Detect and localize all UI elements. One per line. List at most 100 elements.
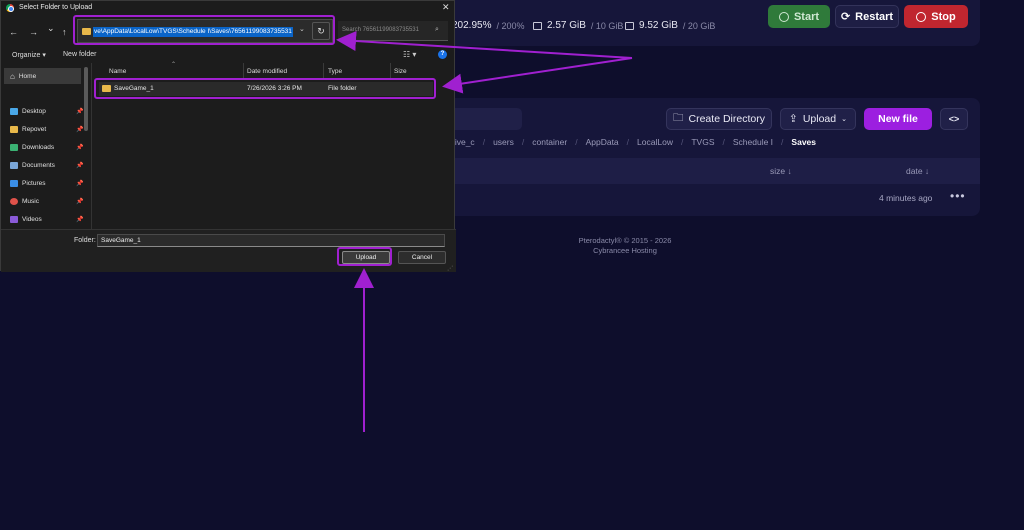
create-directory-button[interactable]: 🗀 Create Directory xyxy=(666,108,772,130)
sidebar-label: Desktop xyxy=(22,108,46,115)
memory-limit: / 10 GiB xyxy=(590,20,624,31)
breadcrumb-item[interactable]: users xyxy=(493,137,514,147)
help-icon[interactable]: ? xyxy=(438,50,447,59)
date-column-header[interactable]: Date modified xyxy=(247,68,287,75)
type-column-header[interactable]: Type xyxy=(328,68,342,75)
breadcrumb-current: Saves xyxy=(791,137,817,147)
sidebar-label: Pictures xyxy=(22,180,46,187)
sidebar-item-downloads[interactable]: Downloads 📌 xyxy=(10,144,84,151)
memory-icon xyxy=(533,21,542,30)
new-file-button[interactable]: New file xyxy=(864,108,932,130)
stop-button[interactable]: Stop xyxy=(904,5,968,28)
pane-divider[interactable] xyxy=(91,63,92,229)
cpu-limit: / 200% xyxy=(496,20,525,31)
dialog-title: Select Folder to Upload xyxy=(19,4,93,11)
recent-locations-icon[interactable]: ⌄ xyxy=(47,23,55,34)
folder-name-field[interactable]: SaveGame_1 xyxy=(97,234,445,247)
breadcrumb-separator: / xyxy=(575,137,578,147)
sidebar-item-desktop[interactable]: Desktop 📌 xyxy=(10,108,84,115)
cpu-stat: 202.95% / 200% xyxy=(452,20,525,31)
sort-ascending-icon: ⌃ xyxy=(171,62,177,68)
memory-value: 2.57 GiB xyxy=(547,20,586,31)
pin-icon: 📌 xyxy=(76,199,84,205)
music-icon xyxy=(10,198,18,205)
sidebar-label: Videos xyxy=(22,216,42,223)
dialog-titlebar: Select Folder to Upload ✕ xyxy=(1,1,456,15)
row-menu-icon[interactable]: ••• xyxy=(950,189,966,203)
sidebar-label: Documents xyxy=(22,162,55,169)
sidebar-label: Repovet xyxy=(22,126,47,133)
upload-label: Upload xyxy=(802,113,837,125)
breadcrumb: rive_c / users / container / AppData / Local… xyxy=(452,137,816,147)
file-search-input[interactable] xyxy=(444,108,522,130)
disk-icon xyxy=(625,21,634,30)
file-row-date: 4 minutes ago xyxy=(879,193,933,203)
memory-stat: 2.57 GiB / 10 GiB xyxy=(533,20,623,31)
start-label: Start xyxy=(793,10,820,23)
start-button[interactable]: Start xyxy=(768,5,830,28)
restart-button[interactable]: ⟳ Restart xyxy=(835,5,899,28)
view-options-icon[interactable]: ☷ ▾ xyxy=(403,50,416,59)
size-column-header[interactable]: size ↓ xyxy=(770,166,792,176)
sidebar-item-documents[interactable]: Documents 📌 xyxy=(10,162,84,169)
arrow-to-folder xyxy=(442,57,633,94)
code-view-button[interactable]: <> xyxy=(940,108,968,130)
stop-icon xyxy=(916,11,927,22)
home-icon: ⌂ xyxy=(10,72,15,81)
resize-grip-icon[interactable]: ⋰ xyxy=(447,265,453,272)
breadcrumb-separator: / xyxy=(680,137,684,147)
disk-stat: 9.52 GiB / 20 GiB xyxy=(625,20,715,31)
sidebar-item-repovet[interactable]: Repovet 📌 xyxy=(10,126,84,133)
highlight-upload-button xyxy=(337,247,392,266)
organize-menu[interactable]: Organize ▾ xyxy=(12,51,46,59)
forward-arrow-icon[interactable]: → xyxy=(29,27,38,37)
breadcrumb-item[interactable]: TVGS xyxy=(691,137,714,147)
pin-icon: 📌 xyxy=(76,109,84,115)
footer: Pterodactyl® © 2015 - 2026 Cybrancee Hos… xyxy=(560,236,690,256)
breadcrumb-item[interactable]: LocalLow xyxy=(637,137,673,147)
code-icon: <> xyxy=(948,114,960,124)
upload-button[interactable]: ⇪ Upload ⌄ xyxy=(780,108,856,130)
disk-limit: / 20 GiB xyxy=(682,20,716,31)
navigation-scrollbar[interactable] xyxy=(84,67,88,131)
breadcrumb-item[interactable]: rive_c xyxy=(452,137,475,147)
highlight-address-bar xyxy=(73,15,335,45)
highlight-folder-row xyxy=(94,78,436,99)
column-separator[interactable] xyxy=(390,63,391,79)
upload-icon: ⇪ xyxy=(789,113,798,125)
folder-label: Folder: xyxy=(74,237,96,244)
sidebar-item-pictures[interactable]: Pictures 📌 xyxy=(10,180,84,187)
breadcrumb-item[interactable]: Schedule I xyxy=(733,137,773,147)
folder-icon xyxy=(10,126,18,133)
navigation-pane: ⌂ Home Desktop 📌 Repovet 📌 Downloads 📌 D… xyxy=(4,67,88,227)
cancel-button[interactable]: Cancel xyxy=(398,251,446,264)
search-input[interactable]: Search 76561199083735531 ⌕ xyxy=(338,21,448,41)
search-icon: ⌕ xyxy=(435,26,439,33)
sidebar-item-videos[interactable]: Videos 📌 xyxy=(10,216,84,223)
name-column-header[interactable]: Name xyxy=(109,68,126,75)
column-separator[interactable] xyxy=(323,63,324,79)
column-separator[interactable] xyxy=(243,63,244,79)
chevron-down-icon: ⌄ xyxy=(841,116,847,123)
sidebar-label: Downloads xyxy=(22,144,55,151)
date-column-header[interactable]: date ↓ xyxy=(906,166,929,176)
breadcrumb-item[interactable]: container xyxy=(532,137,567,147)
restart-icon: ⟳ xyxy=(840,11,851,23)
sidebar-item-home-label[interactable]: ⌂ Home xyxy=(10,72,84,81)
size-column-header[interactable]: Size xyxy=(394,68,407,75)
sidebar-label: Home xyxy=(18,73,37,80)
new-folder-button[interactable]: New folder xyxy=(63,51,96,58)
up-arrow-icon[interactable]: ↑ xyxy=(62,27,67,37)
breadcrumb-separator: / xyxy=(781,137,784,147)
chrome-icon xyxy=(6,4,14,12)
footer-host: Cybrancee Hosting xyxy=(593,246,657,255)
back-arrow-icon[interactable]: ← xyxy=(9,27,18,37)
close-icon[interactable]: ✕ xyxy=(442,2,450,13)
sidebar-item-music[interactable]: Music 📌 xyxy=(10,198,84,205)
breadcrumb-separator: / xyxy=(626,137,630,147)
breadcrumb-item[interactable]: AppData xyxy=(586,137,619,147)
download-icon xyxy=(10,144,18,151)
pin-icon: 📌 xyxy=(76,181,84,187)
restart-label: Restart xyxy=(855,10,894,23)
sidebar-label: Music xyxy=(22,198,39,205)
